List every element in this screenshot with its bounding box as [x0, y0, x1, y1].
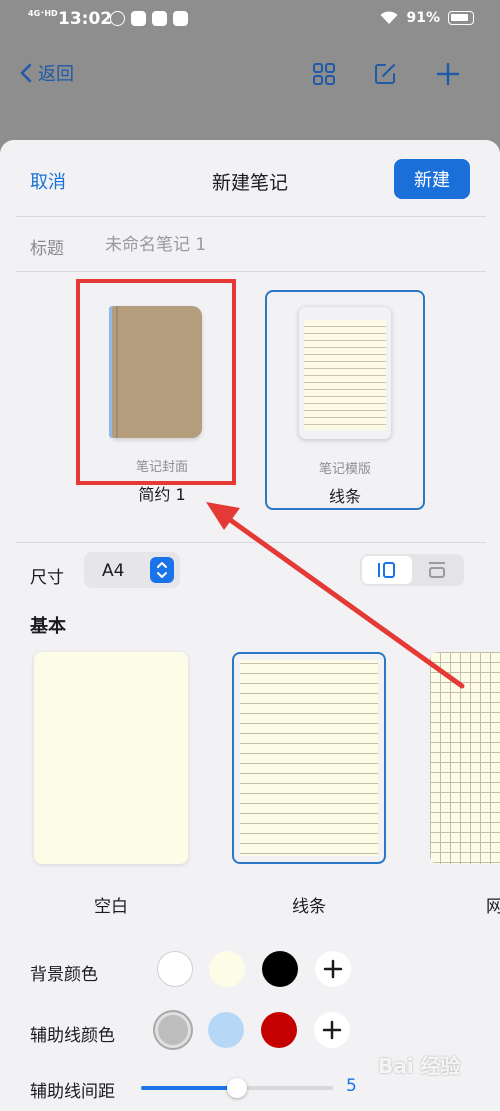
- sheet-header: 取消 新建笔记 新建: [0, 140, 500, 216]
- cover-thumbnail: [112, 306, 202, 438]
- status-time: 13:02: [58, 9, 113, 29]
- spacing-label: 辅助线间距: [30, 1082, 115, 1102]
- landscape-option[interactable]: [412, 556, 462, 584]
- app-notification-icon: [110, 11, 125, 26]
- plus-icon: [322, 1020, 342, 1040]
- cover-caption: 笔记封面: [135, 460, 188, 475]
- app-notification-icon: [152, 11, 167, 26]
- status-bar: 4G⁺HD 13:02 91%: [0, 0, 500, 40]
- notification-icons: [110, 11, 188, 26]
- add-guide-color-button[interactable]: [314, 1012, 350, 1048]
- bg-color-black[interactable]: [262, 951, 298, 987]
- size-select[interactable]: A4: [84, 552, 180, 588]
- size-label: 尺寸: [30, 568, 64, 588]
- paper-label: 网: [486, 897, 500, 917]
- battery-percent: 91%: [406, 10, 440, 26]
- add-bg-color-button[interactable]: [315, 951, 351, 987]
- guide-color-lightblue[interactable]: [208, 1012, 244, 1048]
- status-right: 91%: [380, 10, 474, 26]
- size-value: A4: [102, 561, 125, 581]
- compose-icon[interactable]: [373, 62, 397, 90]
- template-thumbnail: [298, 306, 392, 440]
- title-input[interactable]: [105, 230, 465, 260]
- slider-fill: [141, 1086, 237, 1090]
- divider: [16, 542, 486, 543]
- wifi-icon: [380, 11, 398, 25]
- battery-icon: [448, 11, 474, 25]
- play-notification-icon: [173, 11, 188, 26]
- template-name: 线条: [328, 487, 361, 506]
- back-button[interactable]: 返回: [20, 60, 74, 86]
- portrait-option[interactable]: [362, 556, 412, 584]
- spacing-value: 5: [346, 1076, 357, 1096]
- cover-name: 简约 1: [138, 485, 186, 504]
- divider: [16, 271, 486, 272]
- bg-color-label: 背景颜色: [30, 965, 98, 985]
- portrait-icon: [378, 562, 395, 578]
- spacing-slider[interactable]: [141, 1078, 333, 1098]
- paper-blank[interactable]: [34, 652, 188, 864]
- slider-knob[interactable]: [227, 1078, 247, 1098]
- guide-color-red[interactable]: [261, 1012, 297, 1048]
- background-navbar: 返回: [0, 48, 500, 104]
- title-row: 标题: [0, 220, 500, 270]
- create-button[interactable]: 新建: [394, 159, 470, 199]
- app-notification-icon: [131, 11, 146, 26]
- guide-color-gray[interactable]: [155, 1012, 191, 1048]
- bg-color-cream[interactable]: [209, 951, 245, 987]
- title-field-label: 标题: [30, 239, 64, 259]
- paper-grid[interactable]: [430, 652, 500, 864]
- grid-icon[interactable]: [312, 62, 336, 90]
- cover-selector[interactable]: 笔记封面 简约 1: [82, 290, 242, 510]
- guide-color-label: 辅助线颜色: [30, 1026, 115, 1046]
- template-caption: 笔记模版: [318, 462, 371, 477]
- chevron-left-icon: [20, 63, 32, 83]
- section-basic: 基本: [30, 616, 66, 637]
- divider: [16, 216, 486, 217]
- orientation-toggle: [360, 554, 464, 586]
- template-selector[interactable]: 笔记模版 线条: [265, 290, 425, 510]
- chevron-up-down-icon: [150, 557, 174, 583]
- paper-label: 空白: [94, 897, 128, 917]
- plus-icon[interactable]: [436, 62, 460, 90]
- paper-label: 线条: [292, 897, 326, 917]
- new-note-sheet: 取消 新建笔记 新建 标题 笔记封面 简约 1 笔记模版 线条 尺寸 A4 基本: [0, 140, 500, 1111]
- plus-icon: [323, 959, 343, 979]
- bg-color-white[interactable]: [157, 951, 193, 987]
- paper-lined[interactable]: [232, 652, 386, 864]
- network-indicator: 4G⁺HD: [28, 9, 58, 18]
- landscape-icon: [429, 562, 445, 578]
- back-label: 返回: [38, 64, 74, 85]
- watermark: Bai 经验: [378, 1054, 461, 1078]
